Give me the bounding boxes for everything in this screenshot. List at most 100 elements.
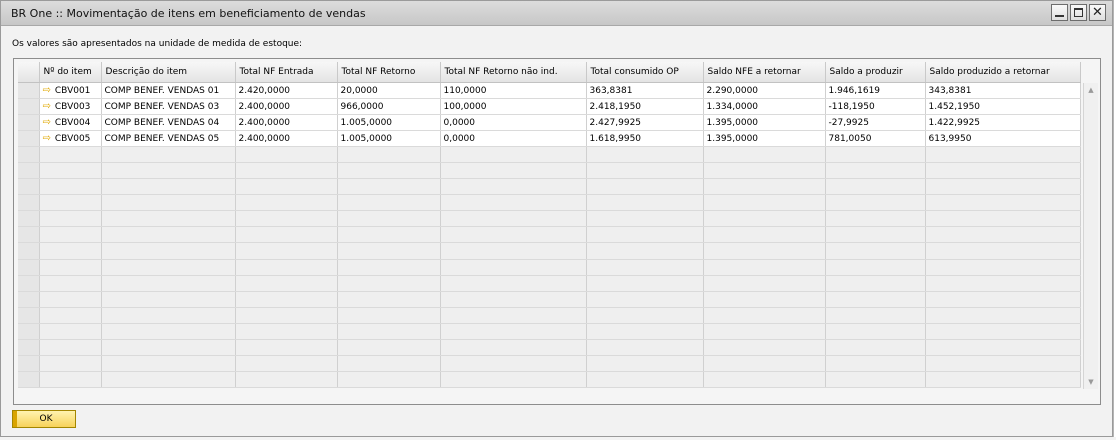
empty-table-row[interactable] [18, 371, 1081, 389]
saldo-a-produzir-cell[interactable]: 1.946,1619 [825, 82, 926, 100]
row-header[interactable] [18, 178, 40, 196]
empty-cell[interactable] [39, 178, 102, 196]
column-header-item-number[interactable]: Nº do item [39, 62, 102, 83]
vertical-scrollbar[interactable]: ▲ ▼ [1083, 83, 1098, 389]
empty-cell[interactable] [337, 371, 441, 389]
total-consumido-op-cell[interactable]: 1.618,9950 [586, 130, 704, 148]
empty-cell[interactable] [235, 275, 338, 292]
empty-cell[interactable] [925, 323, 1081, 340]
row-header[interactable] [18, 339, 40, 356]
empty-table-row[interactable] [18, 210, 1081, 228]
empty-cell[interactable] [235, 226, 338, 244]
empty-cell[interactable] [235, 178, 338, 196]
empty-cell[interactable] [440, 194, 587, 212]
empty-cell[interactable] [101, 162, 236, 180]
row-header[interactable] [18, 291, 40, 308]
empty-cell[interactable] [703, 307, 826, 324]
empty-cell[interactable] [337, 146, 441, 164]
empty-cell[interactable] [703, 162, 826, 180]
row-header[interactable] [18, 130, 40, 148]
empty-cell[interactable] [925, 355, 1081, 372]
empty-cell[interactable] [586, 178, 704, 196]
empty-cell[interactable] [825, 371, 926, 389]
column-header-total-nf-retorno-nao-ind[interactable]: Total NF Retorno não ind. [440, 62, 587, 83]
column-header-saldo-nfe-a-retornar[interactable]: Saldo NFE a retornar [703, 62, 826, 83]
empty-cell[interactable] [337, 242, 441, 260]
empty-cell[interactable] [703, 371, 826, 389]
empty-cell[interactable] [101, 291, 236, 308]
empty-cell[interactable] [825, 307, 926, 324]
item-description-cell[interactable]: COMP BENEF. VENDAS 03 [101, 98, 236, 116]
empty-cell[interactable] [925, 210, 1081, 228]
empty-cell[interactable] [39, 371, 102, 389]
item-number-cell[interactable]: ⇨ CBV005 [39, 130, 102, 148]
empty-cell[interactable] [925, 339, 1081, 356]
row-header[interactable] [18, 98, 40, 116]
empty-table-row[interactable] [18, 226, 1081, 244]
table-row[interactable]: ⇨ CBV003 COMP BENEF. VENDAS 03 2.400,0000… [18, 98, 1081, 116]
empty-cell[interactable] [825, 178, 926, 196]
empty-table-row[interactable] [18, 291, 1081, 308]
row-header[interactable] [18, 146, 40, 164]
item-number-cell[interactable]: ⇨ CBV001 [39, 82, 102, 100]
column-header-total-nf-entrada[interactable]: Total NF Entrada [235, 62, 338, 83]
empty-cell[interactable] [39, 242, 102, 260]
empty-cell[interactable] [101, 242, 236, 260]
empty-cell[interactable] [586, 162, 704, 180]
empty-cell[interactable] [235, 339, 338, 356]
empty-cell[interactable] [825, 339, 926, 356]
empty-cell[interactable] [586, 242, 704, 260]
row-header[interactable] [18, 162, 40, 180]
empty-cell[interactable] [39, 307, 102, 324]
empty-cell[interactable] [703, 275, 826, 292]
total-consumido-op-cell[interactable]: 2.427,9925 [586, 114, 704, 132]
row-header[interactable] [18, 275, 40, 292]
empty-cell[interactable] [39, 146, 102, 164]
empty-cell[interactable] [39, 210, 102, 228]
empty-cell[interactable] [337, 355, 441, 372]
empty-cell[interactable] [101, 194, 236, 212]
empty-cell[interactable] [586, 259, 704, 276]
saldo-nfe-a-retornar-cell[interactable]: 1.395,0000 [703, 114, 826, 132]
empty-cell[interactable] [337, 323, 441, 340]
empty-cell[interactable] [825, 323, 926, 340]
empty-cell[interactable] [586, 355, 704, 372]
empty-cell[interactable] [39, 339, 102, 356]
empty-cell[interactable] [825, 146, 926, 164]
saldo-a-produzir-cell[interactable]: -27,9925 [825, 114, 926, 132]
empty-cell[interactable] [703, 178, 826, 196]
empty-cell[interactable] [925, 194, 1081, 212]
total-nf-retorno-nao-ind-cell[interactable]: 110,0000 [440, 82, 587, 100]
empty-cell[interactable] [825, 242, 926, 260]
empty-cell[interactable] [235, 146, 338, 164]
empty-cell[interactable] [825, 275, 926, 292]
empty-cell[interactable] [440, 371, 587, 389]
empty-table-row[interactable] [18, 355, 1081, 372]
empty-cell[interactable] [440, 178, 587, 196]
empty-cell[interactable] [586, 194, 704, 212]
empty-cell[interactable] [440, 226, 587, 244]
empty-cell[interactable] [586, 210, 704, 228]
empty-cell[interactable] [337, 226, 441, 244]
empty-cell[interactable] [703, 146, 826, 164]
empty-cell[interactable] [703, 339, 826, 356]
empty-cell[interactable] [586, 226, 704, 244]
total-nf-entrada-cell[interactable]: 2.400,0000 [235, 130, 338, 148]
empty-cell[interactable] [925, 371, 1081, 389]
empty-cell[interactable] [586, 339, 704, 356]
empty-cell[interactable] [101, 226, 236, 244]
empty-cell[interactable] [235, 371, 338, 389]
empty-cell[interactable] [440, 307, 587, 324]
empty-cell[interactable] [39, 275, 102, 292]
empty-cell[interactable] [235, 210, 338, 228]
empty-cell[interactable] [235, 323, 338, 340]
empty-cell[interactable] [703, 323, 826, 340]
row-header[interactable] [18, 226, 40, 244]
empty-table-row[interactable] [18, 194, 1081, 212]
empty-cell[interactable] [235, 355, 338, 372]
empty-cell[interactable] [101, 146, 236, 164]
empty-table-row[interactable] [18, 242, 1081, 260]
row-header[interactable] [18, 242, 40, 260]
empty-cell[interactable] [440, 146, 587, 164]
saldo-nfe-a-retornar-cell[interactable]: 2.290,0000 [703, 82, 826, 100]
